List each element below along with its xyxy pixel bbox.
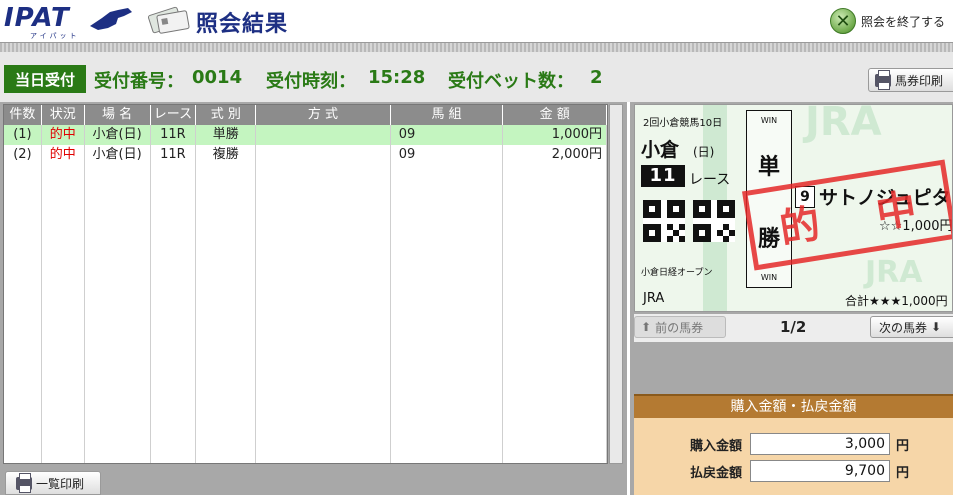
next-ticket-button[interactable]: 次の馬券 ⬇ [870,316,953,338]
bet-type-char-1: 単 [757,154,780,180]
ticket-meet: 2回小倉競馬10日 [643,118,723,129]
payout-amount-label: 払戻金額 [689,465,742,481]
receipt-info-bar: 当日受付 受付番号： 0014 受付時刻： 15:28 受付ベット数： 2 馬券… [0,52,953,102]
ticket-navigation: ⬆ 前の馬券 1/2 次の馬券 ⬇ [634,314,953,342]
receipt-time-label: 受付時刻： [266,71,356,92]
prev-ticket-label: 前の馬券 [655,320,704,335]
row-method [256,125,391,145]
row-status: 的中 [42,125,85,145]
logout-label: 照会を終了する [861,14,946,29]
bet-win-top: WIN [760,116,778,125]
ticket-venue: 小倉 [641,139,680,161]
purchase-amount-row: 購入金額 3,000 円 [634,431,953,457]
col-header-count: 件数 [4,105,42,125]
ticket-race-label: レース [689,172,731,188]
printer-icon [16,472,32,493]
payout-amount-value: 9,700 [750,460,890,482]
row-amount: 1,000円 [503,125,607,145]
qr-code-icon [693,200,735,242]
betting-ticket: JRA JRA 2回小倉競馬10日 小倉 (日) 11 レース 小倉日経オープン… [634,104,953,312]
jra-watermark: JRA [865,255,923,290]
next-ticket-label: 次の馬券 [879,320,928,335]
ticket-race-name: 小倉日経オープン [641,268,713,278]
bet-count: 2 [590,67,603,88]
payout-amount-row: 払戻金額 9,700 円 [634,458,953,484]
printer-icon [875,69,891,90]
row-bet-type: 単勝 [196,125,257,145]
ticket-page-indicator: 1/2 [780,318,807,336]
close-icon: ✕ [830,8,856,34]
col-header-status: 状況 [42,105,85,125]
table-scrollbar[interactable] [609,104,623,464]
jra-watermark: JRA [805,104,882,145]
table-empty-area [4,165,607,463]
row-no: (1) [4,125,42,145]
table-row[interactable]: (2) 的中 小倉(日) 11R 複勝 09 2,000円 [4,145,607,165]
list-print-label: 一覧印刷 [36,476,85,491]
row-no: (2) [4,145,42,165]
results-table: 件数 状況 場 名 レース 式 別 方 式 馬 組 金 額 (1) 的中 小倉(… [3,104,608,464]
inquiry-result-screen: IPAT アイパット 照会結果 ✕ 照会を終了する 当日受付 受付番号： 001… [0,0,953,495]
ticket-total: 合計★★★1,000円 [845,294,948,308]
payout-amount-unit: 円 [896,465,910,481]
today-badge: 当日受付 [4,65,86,93]
arrow-up-icon: ⬆ [641,320,652,334]
ticket-icon [147,6,190,34]
col-header-race: レース [151,105,197,125]
row-race: 11R [151,125,197,145]
row-venue: 小倉(日) [85,145,151,165]
page-title: 照会結果 [196,12,289,37]
qr-code-icon [643,200,685,242]
horse-icon [90,8,132,30]
col-header-amount: 金 額 [503,105,607,125]
bet-count-label: 受付ベット数： [448,71,574,92]
list-print-button[interactable]: 一覧印刷 [5,471,101,495]
row-venue: 小倉(日) [85,125,151,145]
results-table-panel: 件数 状況 場 名 レース 式 別 方 式 馬 組 金 額 (1) 的中 小倉(… [0,102,627,495]
purchase-amount-value: 3,000 [750,433,890,455]
col-header-combo: 馬 組 [391,105,504,125]
row-combo: 09 [391,145,504,165]
ticket-race-number: 11 [641,165,685,187]
ipat-logo-sub: アイパット [30,32,80,40]
row-bet-type: 複勝 [196,145,257,165]
col-header-type: 式 別 [196,105,257,125]
ticket-day: (日) [693,145,715,159]
bet-win-bottom: WIN [760,273,778,282]
summary-title: 購入金額・払戻金額 [634,396,953,418]
stamp-char-2: 中 [872,184,924,238]
prev-ticket-button[interactable]: ⬆ 前の馬券 [634,316,726,338]
receipt-time: 15:28 [368,67,426,88]
purchase-amount-label: 購入金額 [689,438,742,454]
receipt-no: 0014 [192,67,243,88]
purchase-amount-unit: 円 [896,438,910,454]
table-row[interactable]: (1) 的中 小倉(日) 11R 単勝 09 1,000円 [4,125,607,145]
receipt-no-label: 受付番号： [94,71,184,92]
stamp-char-1: 的 [776,199,828,253]
app-header: IPAT アイパット 照会結果 ✕ 照会を終了する [0,0,953,42]
ipat-logo: IPAT [4,3,70,33]
row-method [256,145,391,165]
table-header: 件数 状況 場 名 レース 式 別 方 式 馬 組 金 額 [4,105,607,125]
header-divider [0,42,953,52]
print-ticket-label: 馬券印刷 [895,73,944,88]
row-combo: 09 [391,125,504,145]
ticket-org: JRA [643,291,665,306]
logout-button[interactable]: ✕ 照会を終了する [830,6,953,36]
row-race: 11R [151,145,197,165]
col-header-venue: 場 名 [85,105,151,125]
row-amount: 2,000円 [503,145,607,165]
amount-summary: 購入金額・払戻金額 購入金額 3,000 円 払戻金額 9,700 円 [634,394,953,495]
arrow-down-icon: ⬇ [931,320,942,334]
print-ticket-button[interactable]: 馬券印刷 [868,68,953,92]
row-status: 的中 [42,145,85,165]
col-header-method: 方 式 [256,105,391,125]
